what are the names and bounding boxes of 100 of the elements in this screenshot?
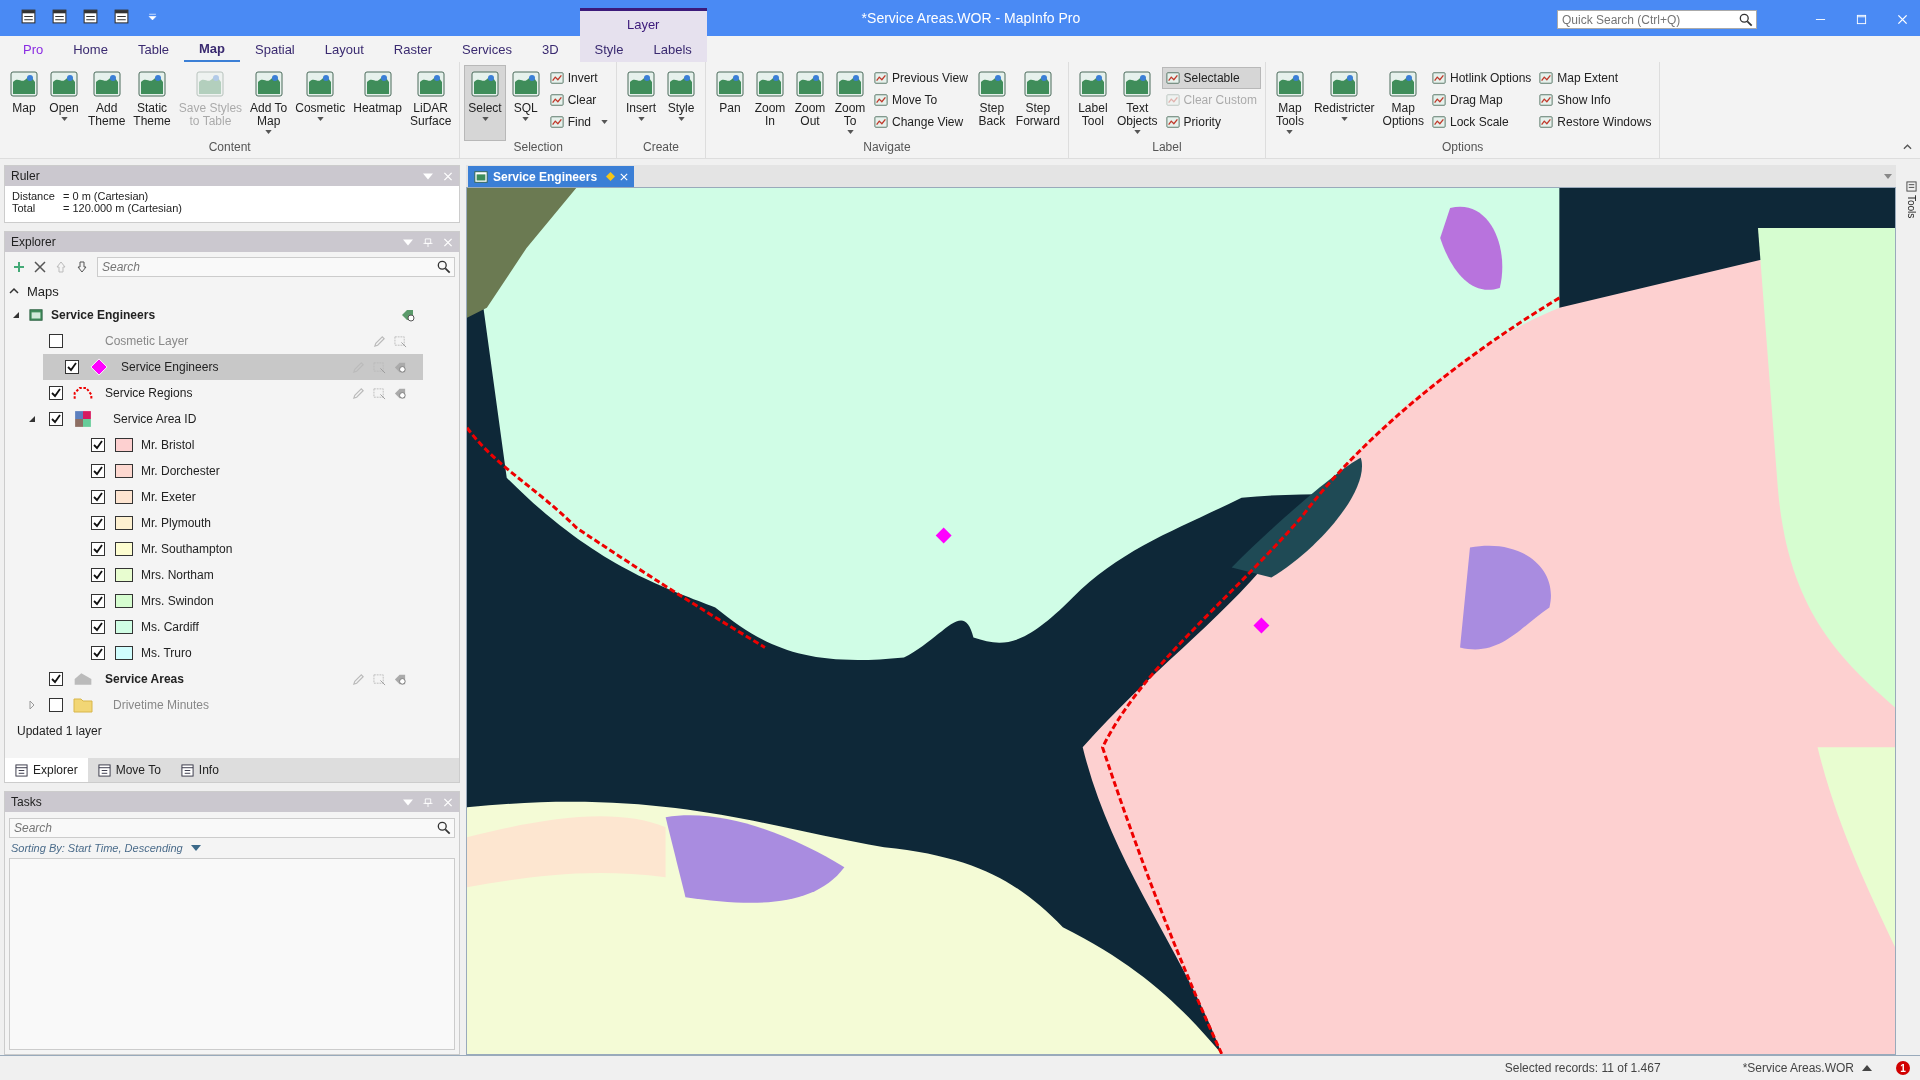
ribbon-button[interactable]: Map Tools bbox=[1270, 66, 1309, 140]
ribbon-button[interactable]: Step Forward bbox=[1012, 66, 1063, 140]
ribbon-button[interactable]: Lock Scale bbox=[1428, 112, 1535, 132]
tree-item[interactable]: Maps bbox=[27, 283, 423, 299]
expand-arrow-icon[interactable] bbox=[27, 700, 37, 710]
layer-checkbox[interactable] bbox=[91, 438, 105, 452]
tree-item[interactable]: Mr. Bristol bbox=[141, 438, 423, 452]
ribbon-button[interactable]: Redistricter bbox=[1310, 66, 1378, 140]
remove-icon[interactable] bbox=[34, 261, 46, 273]
ribbon-button[interactable]: Heatmap bbox=[350, 66, 405, 140]
ribbon-button[interactable]: Style bbox=[662, 66, 701, 140]
ribbon-tab[interactable]: Pro bbox=[8, 36, 59, 62]
ribbon-button[interactable]: Find bbox=[546, 112, 612, 132]
toolbar-icon[interactable] bbox=[20, 8, 37, 25]
tree-item[interactable]: Service Regions bbox=[105, 386, 352, 400]
ribbon-button[interactable]: Cosmetic bbox=[292, 66, 349, 140]
caret-icon[interactable] bbox=[190, 845, 201, 851]
layer-checkbox[interactable] bbox=[91, 490, 105, 504]
ribbon-button[interactable]: Insert bbox=[622, 66, 661, 140]
layer-checkbox[interactable] bbox=[91, 568, 105, 582]
toolbox-icon[interactable] bbox=[1905, 181, 1917, 192]
ribbon-button[interactable]: SQL bbox=[506, 66, 545, 140]
ribbon-tab[interactable]: Raster bbox=[378, 36, 448, 62]
notification-badge[interactable]: 1 bbox=[1896, 1061, 1910, 1075]
dropdown-icon[interactable] bbox=[1884, 174, 1892, 179]
ribbon-button[interactable]: Show Info bbox=[1536, 90, 1655, 110]
ribbon-tab[interactable]: Layout bbox=[309, 36, 379, 62]
toolbar-icon[interactable] bbox=[51, 8, 68, 25]
tree-item[interactable]: Service Engineers bbox=[51, 308, 401, 322]
ribbon-button[interactable]: Zoom In bbox=[751, 66, 790, 140]
collapse-ribbon-icon[interactable] bbox=[1903, 144, 1912, 150]
tree-item[interactable]: Mr. Southampton bbox=[141, 542, 423, 556]
ribbon-tab[interactable]: Style bbox=[579, 36, 639, 62]
tree-item[interactable]: Service Area ID bbox=[105, 412, 423, 426]
maximize-icon[interactable] bbox=[1856, 14, 1867, 25]
ribbon-button[interactable]: Pan bbox=[711, 66, 750, 140]
label-icon[interactable] bbox=[401, 308, 415, 322]
search-field[interactable]: Search bbox=[97, 257, 455, 277]
tree-item[interactable]: Mrs. Northam bbox=[141, 568, 423, 582]
ribbon-button[interactable]: Drag Map bbox=[1428, 90, 1535, 110]
ribbon-tab[interactable]: Table bbox=[122, 36, 184, 62]
ribbon-tab[interactable]: Services bbox=[447, 36, 527, 62]
ribbon-button[interactable]: Select bbox=[465, 66, 505, 140]
tree-item[interactable]: Mr. Dorchester bbox=[141, 464, 423, 478]
ribbon-button[interactable]: Add To Map bbox=[247, 66, 291, 140]
customize-caret-icon[interactable] bbox=[148, 13, 157, 20]
ribbon-button[interactable]: Text Objects bbox=[1113, 66, 1161, 140]
ribbon-button[interactable]: Invert bbox=[546, 68, 612, 88]
ribbon-button[interactable]: Previous View bbox=[871, 68, 971, 88]
ribbon-tab[interactable]: Home bbox=[58, 36, 123, 62]
ribbon-button[interactable]: Static Theme bbox=[130, 66, 174, 140]
sort-dropdown[interactable]: Sorting By: Start Time, Descending bbox=[11, 842, 183, 854]
ribbon-button[interactable]: Selectable bbox=[1162, 68, 1260, 88]
ribbon-button[interactable]: Change View bbox=[871, 112, 971, 132]
layer-checkbox[interactable] bbox=[91, 542, 105, 556]
tree-item[interactable]: Mr. Plymouth bbox=[141, 516, 423, 530]
ribbon-button[interactable]: Hotlink Options bbox=[1428, 68, 1535, 88]
toolbar-icon[interactable] bbox=[113, 8, 130, 25]
add-icon[interactable] bbox=[13, 261, 25, 273]
tree-item[interactable]: Ms. Truro bbox=[141, 646, 423, 660]
map-window-tab[interactable]: Service Engineers bbox=[468, 166, 635, 187]
ribbon-button[interactable]: Add Theme bbox=[85, 66, 129, 140]
collapse-arrow-icon[interactable] bbox=[27, 414, 37, 424]
layer-checkbox[interactable] bbox=[91, 464, 105, 478]
ribbon-button[interactable]: Map Extent bbox=[1536, 68, 1655, 88]
tree-item[interactable]: Ms. Cardiff bbox=[141, 620, 423, 634]
close-icon[interactable] bbox=[1897, 14, 1908, 25]
layer-checkbox[interactable] bbox=[65, 360, 79, 374]
quick-search-field[interactable]: Quick Search (Ctrl+Q) bbox=[1557, 10, 1757, 29]
panel-tab[interactable]: Info bbox=[170, 758, 229, 782]
ribbon-tab[interactable]: Spatial bbox=[240, 36, 310, 62]
ribbon-button[interactable]: Map bbox=[5, 66, 43, 140]
ribbon-button[interactable]: Map Options bbox=[1379, 66, 1427, 140]
layer-checkbox[interactable] bbox=[91, 620, 105, 634]
ribbon-button[interactable]: Step Back bbox=[972, 66, 1011, 140]
down-arrow-icon[interactable] bbox=[76, 261, 88, 273]
layer-checkbox[interactable] bbox=[49, 412, 63, 426]
ribbon-button[interactable]: Zoom Out bbox=[791, 66, 830, 140]
close-icon[interactable] bbox=[620, 172, 629, 181]
layer-checkbox[interactable] bbox=[91, 594, 105, 608]
ribbon-button[interactable]: Open bbox=[45, 66, 83, 140]
ribbon-button[interactable]: Clear bbox=[546, 90, 612, 110]
ribbon-tab[interactable]: Labels bbox=[638, 36, 707, 62]
ribbon-button[interactable]: Priority bbox=[1162, 112, 1260, 132]
ribbon-button[interactable]: Label Tool bbox=[1073, 66, 1112, 140]
layer-checkbox[interactable] bbox=[49, 672, 63, 686]
panel-tab[interactable]: Explorer bbox=[5, 758, 88, 782]
ribbon-button[interactable]: LiDAR Surface bbox=[406, 66, 455, 140]
layer-checkbox[interactable] bbox=[49, 334, 63, 348]
layer-checkbox[interactable] bbox=[91, 646, 105, 660]
ribbon-button[interactable]: Restore Windows bbox=[1536, 112, 1655, 132]
layer-checkbox[interactable] bbox=[91, 516, 105, 530]
ribbon-tab[interactable]: 3D bbox=[526, 36, 574, 62]
search-field[interactable]: Search bbox=[9, 818, 455, 838]
side-tab[interactable]: Tools bbox=[1905, 195, 1917, 219]
up-caret-icon[interactable] bbox=[1862, 1065, 1872, 1071]
ribbon-button[interactable]: Zoom To bbox=[831, 66, 870, 140]
tree-item[interactable]: Mr. Exeter bbox=[141, 490, 423, 504]
layer-checkbox[interactable] bbox=[49, 698, 63, 712]
tree-item[interactable]: Service Areas bbox=[105, 672, 352, 686]
